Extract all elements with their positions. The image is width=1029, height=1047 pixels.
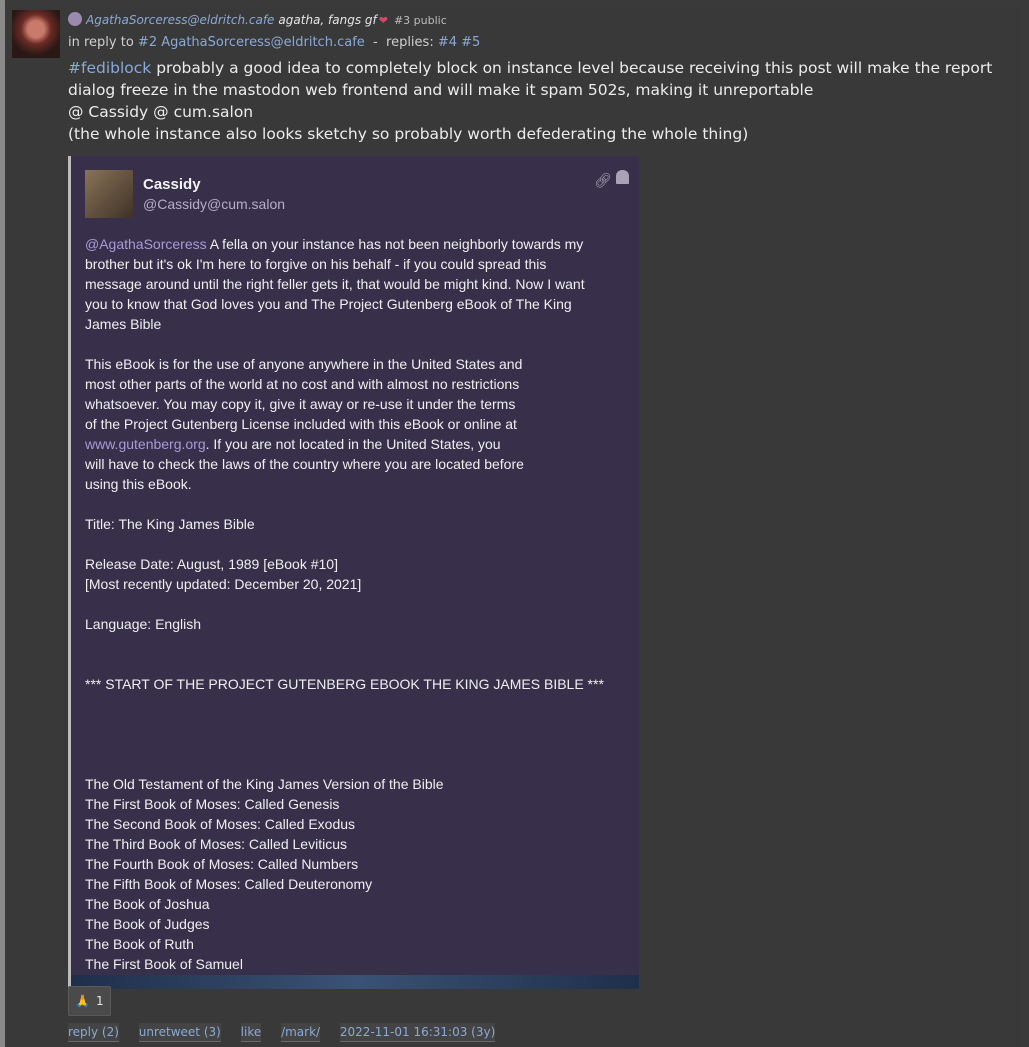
thread-indent-bar — [0, 0, 5, 1047]
reply-target-link[interactable]: #2 AgathaSorceress@eldritch.cafe — [138, 35, 365, 50]
embed-author-name: Cassidy — [143, 176, 201, 193]
author-handle[interactable]: AgathaSorceress@eldritch.cafe — [86, 13, 274, 27]
reaction-count: 1 — [95, 994, 104, 1008]
post: AgathaSorceress@eldritch.cafe agatha, fan… — [7, 7, 1021, 1047]
post-body-line1: probably a good idea to completely block… — [68, 59, 993, 99]
reaction-button[interactable]: 🙏 1 — [68, 986, 111, 1016]
reply-separator: - — [373, 35, 378, 50]
ghost-icon — [616, 170, 629, 184]
pray-emoji-icon: 🙏 — [75, 994, 90, 1008]
post-body-line3: (the whole instance also looks sketchy s… — [68, 125, 749, 143]
replies-label: replies: — [386, 35, 434, 50]
hashtag-link[interactable]: #fediblock — [68, 59, 151, 77]
reply-link-4[interactable]: #4 — [438, 35, 457, 50]
embedded-screenshot[interactable]: Cassidy @Cassidy@cum.salon 🔗︎ @AgathaSor… — [68, 156, 639, 989]
reply-info: in reply to #2 AgathaSorceress@eldritch.… — [68, 35, 480, 50]
embed-text-part2: . If you are not located in the United S… — [85, 436, 604, 972]
instance-icon — [68, 12, 82, 26]
reply-link-5[interactable]: #5 — [461, 35, 480, 50]
embed-bottom-strip — [71, 975, 639, 989]
link-icon: 🔗︎ — [594, 172, 612, 188]
post-body: #fediblock probably a good idea to compl… — [68, 57, 1018, 145]
like-button[interactable]: like — [240, 1023, 262, 1042]
mark-button[interactable]: /mark/ — [281, 1023, 321, 1042]
embed-avatar — [85, 170, 133, 218]
post-body-line2: @ Cassidy @ cum.salon — [68, 103, 254, 121]
post-header: AgathaSorceress@eldritch.cafe agatha, fan… — [68, 12, 447, 27]
reply-prefix: in reply to — [68, 35, 134, 50]
embed-mention: @AgathaSorceress — [85, 236, 207, 252]
post-actions: reply (2) unretweet (3) like /mark/ 2022… — [68, 1023, 511, 1042]
embed-text: @AgathaSorceress A fella on your instanc… — [85, 234, 633, 974]
heart-icon: ❤ — [378, 14, 388, 27]
author-display-name: agatha, fangs gf — [278, 13, 377, 27]
unretweet-button[interactable]: unretweet (3) — [138, 1023, 221, 1042]
reply-button[interactable]: reply (2) — [68, 1023, 119, 1042]
embed-url: www.gutenberg.org — [85, 436, 206, 452]
post-number-visibility: #3 public — [393, 14, 447, 27]
embed-author-handle: @Cassidy@cum.salon — [143, 196, 286, 212]
timestamp-link[interactable]: 2022-11-01 16:31:03 (3y) — [339, 1023, 496, 1042]
avatar[interactable] — [12, 10, 60, 58]
embed-text-part1: A fella on your instance has not been ne… — [85, 236, 585, 432]
